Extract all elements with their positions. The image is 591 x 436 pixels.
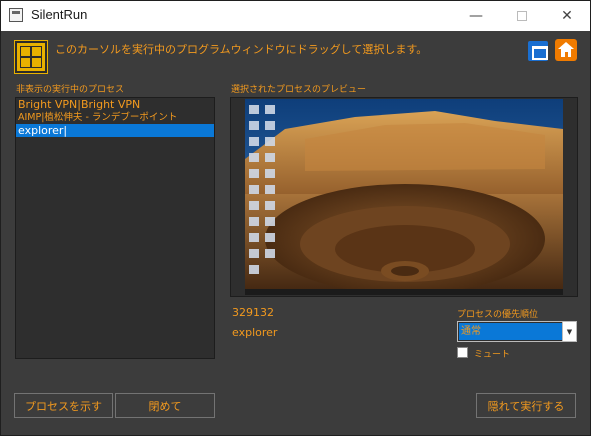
list-item[interactable]: AIMP|植松伸夫 - ランデブーポイント xyxy=(16,111,214,124)
mute-label: ミュート xyxy=(474,350,511,360)
instruction-text: このカーソルを実行中のプログラムウィンドウにドラッグして選択します。 xyxy=(55,43,428,56)
run-hidden-button[interactable]: 隠れて実行する xyxy=(476,393,576,418)
app-icon xyxy=(9,8,23,22)
close-window-button[interactable]: ✕ xyxy=(544,1,590,31)
silentrun-window: SilentRun — ✕ このカーソルを実行中のプログラムウィンドウにドラッグ… xyxy=(0,0,591,436)
crosshair-drag-target[interactable] xyxy=(14,40,48,74)
maximize-button[interactable] xyxy=(499,1,545,31)
process-id: 329132 xyxy=(232,306,274,319)
minimize-button[interactable]: — xyxy=(453,1,499,31)
preview-panel xyxy=(230,97,578,297)
chevron-down-icon[interactable]: ▼ xyxy=(562,322,576,341)
list-item[interactable]: Bright VPN|Bright VPN xyxy=(16,98,214,111)
priority-select[interactable]: 通常 ▼ xyxy=(457,321,577,342)
window-list-icon[interactable] xyxy=(528,41,548,61)
preview-label: 選択されたプロセスのプレビュー xyxy=(231,85,367,95)
close-button[interactable]: 閉めて xyxy=(115,393,215,418)
priority-selected-value: 通常 xyxy=(459,323,563,340)
list-item-selected[interactable]: explorer| xyxy=(16,124,214,137)
home-icon[interactable] xyxy=(555,39,577,61)
desktop-preview-image xyxy=(245,99,563,295)
show-process-button[interactable]: プロセスを示す xyxy=(14,393,113,418)
window-title: SilentRun xyxy=(31,7,88,22)
hidden-process-list[interactable]: Bright VPN|Bright VPN AIMP|植松伸夫 - ランデブーポ… xyxy=(15,97,215,359)
mute-checkbox[interactable] xyxy=(457,347,468,358)
priority-label: プロセスの優先順位 xyxy=(457,310,539,320)
maximize-icon xyxy=(517,11,527,21)
process-name: explorer xyxy=(232,326,278,339)
hidden-processes-label: 非表示の実行中のプロセス xyxy=(16,85,125,95)
title-bar[interactable]: SilentRun — ✕ xyxy=(1,1,590,31)
